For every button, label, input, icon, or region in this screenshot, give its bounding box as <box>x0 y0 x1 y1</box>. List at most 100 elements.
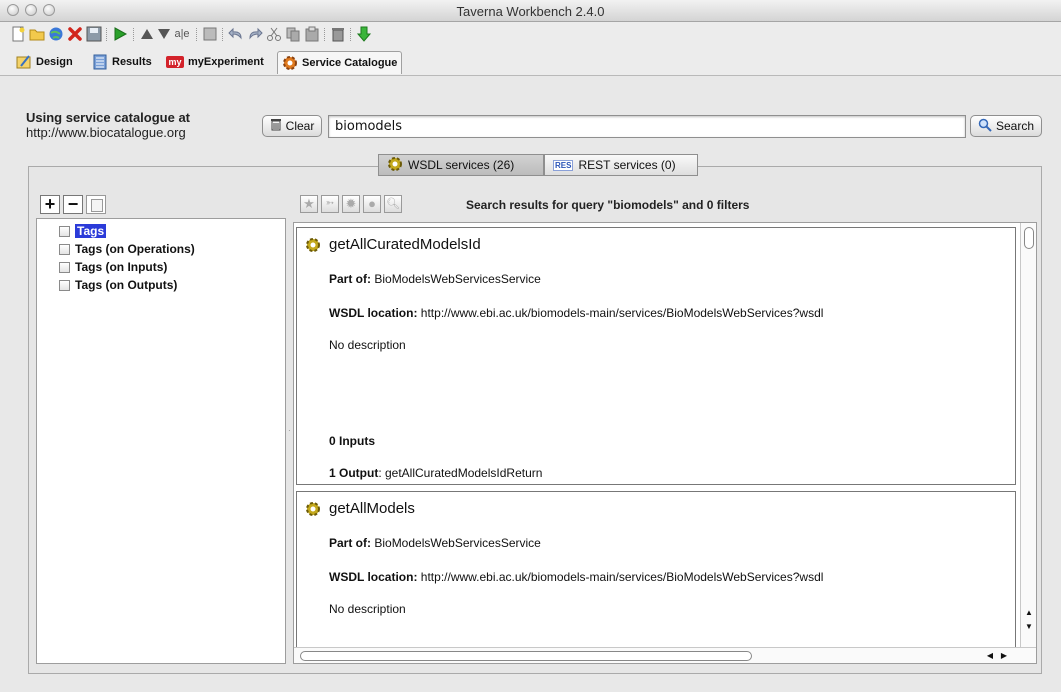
service-type-tabs: WSDL services (26) RES REST services (0) <box>378 154 698 176</box>
wsdl-label: WSDL location: <box>329 306 418 320</box>
toolbar-separator <box>133 28 134 41</box>
save-icon[interactable] <box>86 26 102 42</box>
service-card[interactable]: getAllCuratedModelsId Part of: BioModels… <box>296 227 1016 485</box>
service-card[interactable]: getAllModels Part of: BioModelsWebServic… <box>296 491 1016 659</box>
toolbar-separator <box>324 28 325 41</box>
operations-icon[interactable]: ➳ <box>321 195 339 213</box>
filter-tags-operations[interactable]: Tags (on Operations) <box>59 242 195 256</box>
close-workflow-icon[interactable] <box>67 26 83 42</box>
design-icon <box>16 54 32 70</box>
import-icon[interactable] <box>356 26 372 42</box>
run-icon[interactable] <box>112 26 128 42</box>
gear-icon[interactable]: ✹ <box>342 195 360 213</box>
tab-rest-services[interactable]: RES REST services (0) <box>544 154 698 176</box>
new-workflow-icon[interactable] <box>10 26 26 42</box>
service-wsdl-location: WSDL location: http://www.ebi.ac.uk/biom… <box>329 570 823 584</box>
collapse-all-button[interactable]: − <box>63 195 83 214</box>
horizontal-scroll-thumb[interactable] <box>300 651 752 661</box>
myexperiment-icon: my <box>166 56 184 68</box>
clear-button[interactable]: Clear <box>262 115 322 137</box>
wsdl-label: WSDL location: <box>329 570 418 584</box>
circle-icon[interactable]: ● <box>363 195 381 213</box>
search-icon[interactable]: 🔍︎ <box>384 195 402 213</box>
service-name: getAllCuratedModelsId <box>329 236 481 253</box>
service-inputs: 0 Inputs <box>329 434 376 448</box>
tab-service-catalogue[interactable]: Service Catalogue <box>277 51 403 74</box>
cut-icon[interactable] <box>266 26 282 42</box>
service-description: No description <box>329 338 406 352</box>
vertical-scroll-thumb[interactable] <box>1024 227 1034 249</box>
scroll-right-arrow[interactable]: ▶ <box>998 650 1010 662</box>
clear-button-label: Clear <box>285 119 315 133</box>
scroll-left-arrow[interactable]: ◀ <box>984 650 996 662</box>
filter-tags-operations-label: Tags (on Operations) <box>75 242 195 256</box>
open-url-icon[interactable] <box>48 26 64 42</box>
window-title-bar: Taverna Workbench 2.4.0 <box>0 0 1061 22</box>
tab-design-label: Design <box>36 56 73 68</box>
catalogue-label-line1: Using service catalogue at <box>26 110 191 125</box>
filter-tags[interactable]: Tags <box>59 224 107 238</box>
search-button[interactable]: Search <box>970 115 1042 137</box>
filter-tags-inputs[interactable]: Tags (on Inputs) <box>59 260 167 274</box>
output-label: 1 Output <box>329 466 379 480</box>
part-of-value: BioModelsWebServicesService <box>374 272 541 286</box>
service-description: No description <box>329 602 406 616</box>
filter-tags-label: Tags <box>75 224 107 238</box>
toolbar-separator <box>350 28 351 41</box>
star-icon[interactable]: ★ <box>300 195 318 213</box>
tab-service-catalogue-label: Service Catalogue <box>302 57 398 69</box>
redo-icon[interactable] <box>247 26 263 42</box>
service-catalogue-icon <box>282 55 298 71</box>
main-toolbar: a|e <box>0 22 1061 48</box>
open-folder-icon[interactable] <box>29 26 45 42</box>
filter-tags-checkbox[interactable] <box>59 225 70 237</box>
window-title: Taverna Workbench 2.4.0 <box>456 4 605 19</box>
search-icon <box>978 118 992 135</box>
filter-tags-operations-checkbox[interactable] <box>59 243 70 255</box>
trash-icon <box>270 118 282 134</box>
clear-filter-button[interactable] <box>86 195 106 214</box>
catalogue-location-label: Using service catalogue at http://www.bi… <box>26 110 190 140</box>
copy-icon[interactable] <box>285 26 301 42</box>
toolbar-separator <box>196 28 197 41</box>
filter-tags-outputs[interactable]: Tags (on Outputs) <box>59 278 177 292</box>
undo-icon[interactable] <box>228 26 244 42</box>
rename-icon[interactable]: a|e <box>174 26 190 42</box>
tab-wsdl-services[interactable]: WSDL services (26) <box>378 154 544 176</box>
tab-wsdl-label: WSDL services (26) <box>408 158 515 172</box>
search-input[interactable]: biomodels <box>328 115 966 138</box>
perspective-tabs: Design Results my myExperiment Service C… <box>0 48 1061 76</box>
service-catalogue-panel: Using service catalogue at http://www.bi… <box>8 86 1054 676</box>
delete-icon[interactable] <box>330 26 346 42</box>
paste-icon[interactable] <box>304 26 320 42</box>
search-button-label: Search <box>995 119 1035 133</box>
rest-icon: RES <box>553 159 574 171</box>
scroll-up-arrow[interactable]: ▲ <box>1023 607 1035 619</box>
vertical-scrollbar[interactable]: ▲ ▼ <box>1020 223 1036 647</box>
scroll-down-arrow[interactable]: ▼ <box>1023 621 1035 633</box>
splitter-handle[interactable]: · <box>288 426 291 435</box>
wsdl-value: http://www.ebi.ac.uk/biomodels-main/serv… <box>420 570 824 584</box>
filter-tags-outputs-checkbox[interactable] <box>59 279 70 291</box>
move-down-icon[interactable] <box>156 26 172 42</box>
tab-results[interactable]: Results <box>92 51 152 73</box>
tab-design[interactable]: Design <box>16 51 73 73</box>
add-port-icon[interactable] <box>202 26 218 42</box>
filter-tags-inputs-label: Tags (on Inputs) <box>75 260 168 274</box>
toolbar-separator <box>222 28 223 41</box>
expand-all-button[interactable]: + <box>40 195 60 214</box>
wsdl-value: http://www.ebi.ac.uk/biomodels-main/serv… <box>420 306 824 320</box>
results-toolbar: ★ ➳ ✹ ● 🔍︎ Search results for query "bio… <box>296 195 1026 215</box>
part-of-value: BioModelsWebServicesService <box>374 536 541 550</box>
service-wsdl-location: WSDL location: http://www.ebi.ac.uk/biom… <box>329 306 823 320</box>
horizontal-scrollbar[interactable]: ◀ ▶ <box>294 647 1036 663</box>
service-outputs: 1 Output: getAllCuratedModelsIdReturn <box>329 466 542 480</box>
service-name: getAllModels <box>329 500 415 517</box>
move-up-icon[interactable] <box>139 26 155 42</box>
service-part-of: Part of: BioModelsWebServicesService <box>329 536 541 550</box>
filter-tags-inputs-checkbox[interactable] <box>59 261 70 273</box>
results-status: Search results for query "biomodels" and… <box>466 198 750 212</box>
filter-tree: Tags Tags (on Operations) Tags (on Input… <box>36 218 286 664</box>
catalogue-url: http://www.biocatalogue.org <box>26 125 186 140</box>
tab-myexperiment[interactable]: my myExperiment <box>166 51 264 73</box>
